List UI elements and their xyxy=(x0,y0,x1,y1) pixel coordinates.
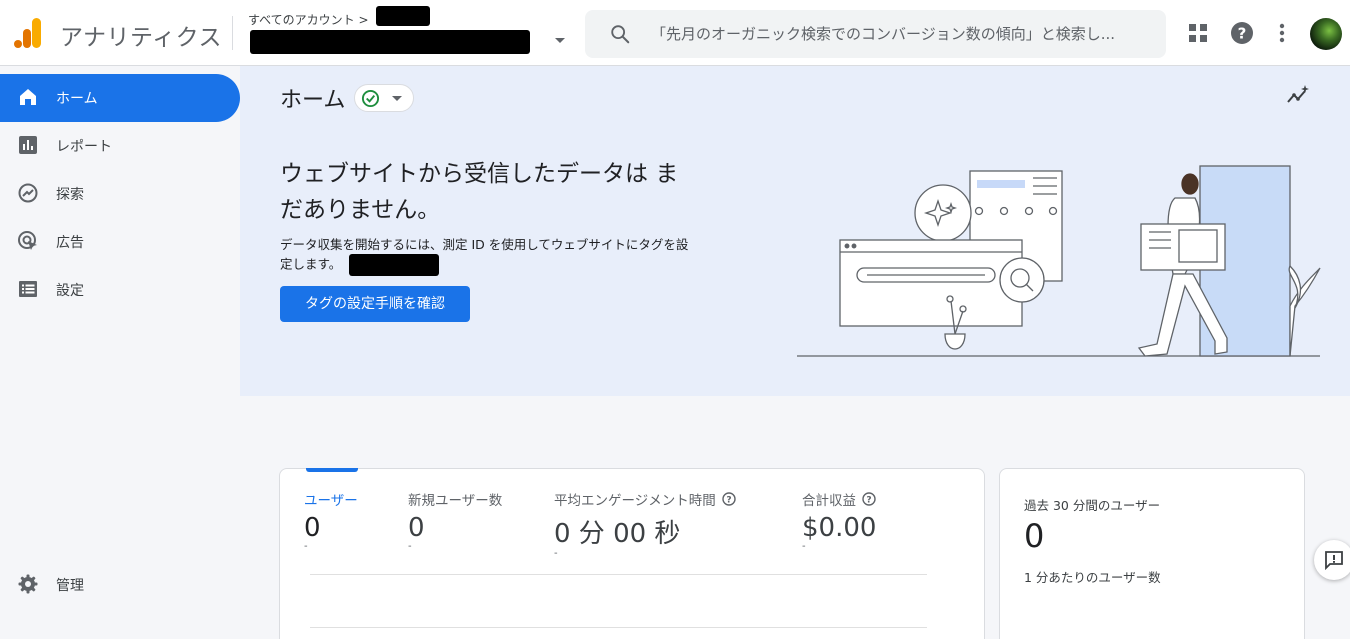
account-selector[interactable]: すべてのアカウント > xyxy=(248,6,578,58)
help-icon[interactable]: ? xyxy=(1229,20,1255,46)
search-box[interactable]: 「先月のオーガニック検索でのコンバージョン数の傾向」と検索し... xyxy=(585,10,1166,58)
bar-chart-icon xyxy=(19,136,37,154)
metric-tab-users[interactable]: ユーザー 0 - xyxy=(304,489,358,552)
sidebar-item-home[interactable]: ホーム xyxy=(0,74,240,122)
page-title: ホーム xyxy=(280,88,346,113)
account-breadcrumb: すべてのアカウント > xyxy=(248,13,369,27)
app-name: アナリティクス xyxy=(60,25,222,51)
metrics-card: ユーザー 0 - 新規ユーザー数 0 - 平均エンゲージメント時間 ? 0 分 … xyxy=(279,468,985,639)
help-outline-icon[interactable]: ? xyxy=(862,492,876,506)
chart-gridline xyxy=(310,627,927,628)
search-input[interactable]: 「先月のオーガニック検索でのコンバージョン数の傾向」と検索し... xyxy=(651,23,1151,44)
empty-data-banner: ホーム ウェブサイトから受信したデータは まだありません。 データ収集を開始する… xyxy=(240,66,1350,396)
redacted-property-name xyxy=(250,30,530,54)
sidebar-item-admin[interactable]: 管理 xyxy=(0,561,240,609)
svg-text:?: ? xyxy=(866,496,871,506)
sidebar-item-label: ホーム xyxy=(56,91,98,107)
gear-icon xyxy=(18,574,38,594)
avatar[interactable] xyxy=(1310,18,1342,50)
check-circle-icon xyxy=(361,89,380,108)
sidebar-item-ads[interactable]: 広告 xyxy=(0,218,240,266)
realtime-subtitle: 1 分あたりのユーザー数 xyxy=(1024,570,1161,585)
chart-gridline xyxy=(310,574,927,575)
sidebar-item-explore[interactable]: 探索 xyxy=(0,170,240,218)
realtime-title: 過去 30 分間のユーザー xyxy=(1024,498,1161,513)
sidebar-item-configure[interactable]: 設定 xyxy=(0,266,240,314)
sidebar-item-label: 設定 xyxy=(56,283,84,299)
metric-tab-engagement-time[interactable]: 平均エンゲージメント時間 ? 0 分 00 秒 - xyxy=(554,489,736,559)
sidebar-item-label: 管理 xyxy=(56,578,84,594)
svg-text:?: ? xyxy=(726,496,731,506)
metric-label: 新規ユーザー数 xyxy=(408,493,503,509)
redacted-measurement-id xyxy=(349,254,440,276)
banner-description: データ収集を開始するには、測定 ID を使用してウェブサイトにタグを設定します。 xyxy=(280,236,690,276)
chevron-down-icon xyxy=(392,96,402,101)
realtime-value: 0 xyxy=(1024,517,1045,555)
more-vert-icon[interactable] xyxy=(1269,20,1295,46)
sidebar-item-label: レポート xyxy=(56,139,112,155)
metric-value: 0 xyxy=(408,513,425,543)
apps-grid-icon[interactable] xyxy=(1185,20,1211,46)
chevron-down-icon xyxy=(555,38,565,43)
onboarding-illustration xyxy=(797,165,1321,357)
feedback-icon xyxy=(1325,551,1343,570)
sidebar-item-label: 探索 xyxy=(56,187,84,203)
list-icon xyxy=(19,281,37,297)
redacted-account-name xyxy=(376,6,430,26)
ads-icon xyxy=(18,231,37,250)
search-icon xyxy=(611,25,630,44)
home-icon xyxy=(20,89,36,105)
sidebar: ホーム レポート 探索 広告 設定 管理 xyxy=(0,66,240,639)
metric-value: 0 xyxy=(304,513,321,543)
sidebar-item-label: 広告 xyxy=(56,235,84,251)
realtime-card: 過去 30 分間のユーザー 0 1 分あたりのユーザー数 xyxy=(999,468,1305,639)
metric-tab-new-users[interactable]: 新規ユーザー数 0 - xyxy=(408,489,502,552)
header-divider xyxy=(232,16,233,50)
analytics-logo-icon[interactable] xyxy=(14,18,42,48)
metric-label: 平均エンゲージメント時間 ? xyxy=(554,489,736,509)
metric-label: ユーザー xyxy=(304,493,358,509)
metric-value: 0 分 00 秒 xyxy=(554,519,681,549)
banner-description-text: データ収集を開始するには、測定 ID を使用してウェブサイトにタグを設定します。 xyxy=(280,237,689,272)
metric-label: 合計収益 ? xyxy=(802,489,876,509)
top-app-bar: アナリティクス すべてのアカウント > 「先月のオーガニック検索でのコンバージョ… xyxy=(0,0,1350,66)
metric-value: $0.00 xyxy=(802,513,877,543)
insights-icon[interactable] xyxy=(1286,84,1310,108)
help-outline-icon[interactable]: ? xyxy=(722,492,736,506)
metric-tab-revenue[interactable]: 合計収益 ? $0.00 - xyxy=(802,489,876,552)
explore-icon xyxy=(18,183,38,203)
feedback-button[interactable] xyxy=(1314,540,1350,580)
data-status-chip[interactable] xyxy=(354,84,414,112)
selected-tab-indicator xyxy=(306,468,358,472)
sidebar-item-reports[interactable]: レポート xyxy=(0,122,240,170)
banner-heading: ウェブサイトから受信したデータは まだありません。 xyxy=(280,161,679,223)
svg-text:?: ? xyxy=(1238,25,1247,43)
tag-setup-button[interactable]: タグの設定手順を確認 xyxy=(280,286,470,322)
